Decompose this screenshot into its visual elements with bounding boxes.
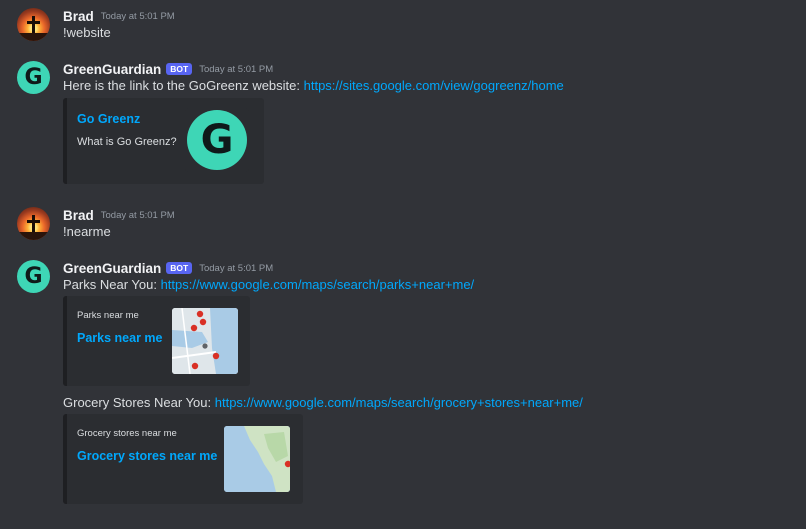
parks-text: Parks Near You: https://www.google.com/m… <box>63 277 474 292</box>
message-header: Brad Today at 5:01 PM <box>63 206 175 224</box>
avatar-letter: G <box>24 65 43 90</box>
timestamp: Today at 5:01 PM <box>199 262 274 274</box>
bot-avatar[interactable]: G <box>17 260 50 293</box>
embed-title[interactable]: Grocery stores near me <box>77 449 217 463</box>
username[interactable]: GreenGuardian <box>63 62 161 77</box>
map-pin-icon <box>190 324 198 332</box>
grocery-text: Grocery Stores Near You: https://www.goo… <box>63 395 583 410</box>
website-embed: Go Greenz What is Go Greenz? G <box>63 98 264 184</box>
message-text: !nearme <box>63 224 111 239</box>
message-brad-nearme: Brad Today at 5:01 PM !nearme <box>0 206 806 248</box>
message-text: Here is the link to the GoGreenz website… <box>63 78 564 93</box>
username[interactable]: Brad <box>63 9 94 24</box>
timestamp: Today at 5:01 PM <box>100 209 175 221</box>
map-pin-icon <box>196 310 204 318</box>
embed-title[interactable]: Parks near me <box>77 331 162 345</box>
parks-prefix: Parks Near You: <box>63 277 161 292</box>
embed-description: What is Go Greenz? <box>77 136 177 148</box>
message-brad-website: Brad Today at 5:01 PM !website <box>0 7 806 49</box>
logo-letter: G <box>200 117 234 163</box>
message-header: GreenGuardian BOT Today at 5:01 PM <box>63 60 273 78</box>
parks-embed: Parks near me Parks near me <box>63 296 250 386</box>
embed-title[interactable]: Go Greenz <box>77 112 140 126</box>
grocery-embed: Grocery stores near me Grocery stores ne… <box>63 414 303 504</box>
gogreenz-logo-thumbnail[interactable]: G <box>185 108 249 172</box>
embed-provider: Parks near me <box>77 310 139 321</box>
parks-map-thumbnail[interactable] <box>172 308 238 374</box>
avatar-letter: G <box>24 264 43 289</box>
timestamp: Today at 5:01 PM <box>100 10 175 22</box>
map-pin-icon <box>202 343 208 349</box>
map-graphic <box>172 308 238 374</box>
embed-provider: Grocery stores near me <box>77 428 177 439</box>
username[interactable]: Brad <box>63 208 94 223</box>
bot-tag: BOT <box>166 63 193 75</box>
grocery-prefix: Grocery Stores Near You: <box>63 395 215 410</box>
map-graphic <box>224 426 290 492</box>
message-header: GreenGuardian BOT Today at 5:01 PM <box>63 259 273 277</box>
grocery-map-thumbnail[interactable] <box>224 426 290 492</box>
brad-avatar[interactable] <box>17 8 50 41</box>
message-bot-nearme: G GreenGuardian BOT Today at 5:01 PM Par… <box>0 259 806 509</box>
bot-avatar[interactable]: G <box>17 61 50 94</box>
map-pin-icon <box>191 362 199 370</box>
parks-link[interactable]: https://www.google.com/maps/search/parks… <box>161 277 475 292</box>
username[interactable]: GreenGuardian <box>63 261 161 276</box>
message-header: Brad Today at 5:01 PM <box>63 7 175 25</box>
brad-avatar[interactable] <box>17 207 50 240</box>
message-bot-website: G GreenGuardian BOT Today at 5:01 PM Her… <box>0 60 806 190</box>
map-pin-icon <box>212 352 220 360</box>
map-pin-icon <box>199 318 207 326</box>
grocery-link[interactable]: https://www.google.com/maps/search/groce… <box>215 395 583 410</box>
website-link[interactable]: https://sites.google.com/view/gogreenz/h… <box>304 78 564 93</box>
message-text: !website <box>63 25 111 40</box>
bot-tag: BOT <box>166 262 193 274</box>
text-prefix: Here is the link to the GoGreenz website… <box>63 78 304 93</box>
timestamp: Today at 5:01 PM <box>199 63 274 75</box>
